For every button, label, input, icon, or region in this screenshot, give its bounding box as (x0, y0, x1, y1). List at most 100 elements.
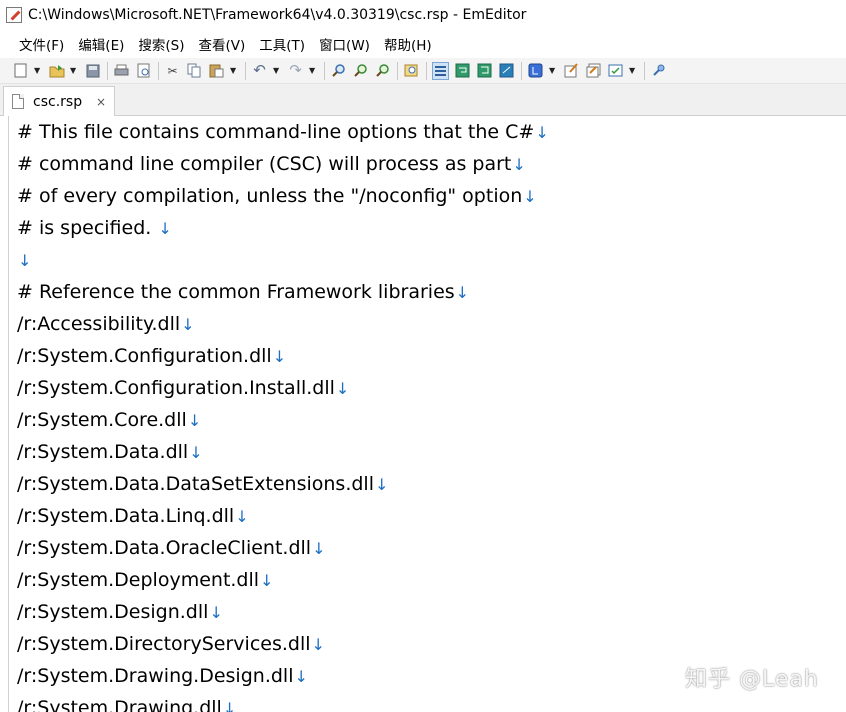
menu-window[interactable]: 窗口(W) (312, 30, 377, 58)
customize-icon[interactable] (563, 62, 580, 80)
wrap-window-icon[interactable] (454, 62, 471, 80)
tab-close-icon[interactable]: × (96, 95, 106, 109)
menu-bar: 文件(F) 编辑(E) 搜索(S) 查看(V) 工具(T) 窗口(W) 帮助(H… (0, 30, 846, 58)
no-wrap-icon[interactable] (498, 62, 515, 80)
editor-line[interactable]: # is specified. ↓ (17, 212, 172, 244)
document-icon (12, 94, 24, 109)
redo-dropdown-icon[interactable]: ▼ (309, 66, 317, 75)
cut-icon[interactable]: ✂ (164, 62, 181, 80)
line-break-mark: ↓ (294, 667, 308, 686)
emeditor-app-icon[interactable] (6, 7, 22, 23)
line-text: /r:System.Deployment.dll (17, 569, 260, 591)
line-text: /r:System.Data.OracleClient.dll (17, 537, 312, 559)
toolbar-separator (158, 61, 159, 80)
editor-line[interactable]: /r:System.Core.dll↓ (17, 404, 201, 436)
line-break-mark: ↓ (312, 539, 326, 558)
editor-line[interactable]: # of every compilation, unless the "/noc… (17, 180, 537, 212)
editor-line[interactable]: /r:System.Design.dll↓ (17, 596, 223, 628)
editor-line[interactable]: # command line compiler (CSC) will proce… (17, 148, 526, 180)
toolbar-separator (245, 61, 246, 80)
toolbar-separator (426, 61, 427, 80)
line-break-mark: ↓ (311, 635, 325, 654)
editor-line[interactable]: /r:System.Data.Linq.dll↓ (17, 500, 249, 532)
line-text: /r:Accessibility.dll (17, 313, 181, 335)
line-text: /r:System.DirectoryServices.dll (17, 633, 311, 655)
copy-icon[interactable] (186, 62, 203, 80)
editor-line[interactable]: ↓ (17, 244, 31, 276)
title-bar: C:\Windows\Microsoft.NET\Framework64\v4.… (0, 0, 846, 30)
menu-view[interactable]: 查看(V) (192, 30, 253, 58)
line-text: # is specified. (17, 217, 158, 239)
macro-icon[interactable] (607, 62, 624, 80)
line-break-mark: ↓ (209, 603, 223, 622)
editor-line[interactable]: # This file contains command-line option… (17, 116, 549, 148)
menu-file[interactable]: 文件(F) (12, 30, 71, 58)
line-break-mark: ↓ (189, 443, 203, 462)
editor-line[interactable]: # Reference the common Framework librari… (17, 276, 469, 308)
line-break-mark: ↓ (455, 283, 470, 302)
line-break-mark: ↓ (512, 155, 526, 174)
plugin-icon[interactable] (650, 62, 667, 80)
editor-line[interactable]: /r:System.Deployment.dll↓ (17, 564, 273, 596)
toolbar-separator (324, 61, 325, 80)
line-break-mark: ↓ (18, 251, 32, 270)
line-break-mark: ↓ (235, 507, 249, 526)
print-preview-icon[interactable] (135, 62, 152, 80)
editor-line[interactable]: /r:System.Data.DataSetExtensions.dll↓ (17, 468, 388, 500)
open-folder-icon[interactable] (48, 62, 65, 80)
line-break-mark: ↓ (272, 347, 287, 366)
encoding-dropdown-icon[interactable]: ▼ (549, 66, 557, 75)
window-title: C:\Windows\Microsoft.NET\Framework64\v4.… (28, 7, 527, 23)
find-previous-icon[interactable] (374, 62, 391, 80)
print-icon[interactable] (113, 62, 130, 80)
editor-line[interactable]: /r:System.Drawing.Design.dll↓ (17, 660, 308, 692)
editor-line[interactable]: /r:System.DirectoryServices.dll↓ (17, 628, 325, 660)
line-text: /r:System.Configuration.dll (17, 345, 272, 367)
open-dropdown-icon[interactable]: ▼ (70, 66, 78, 75)
line-break-mark: ↓ (335, 379, 350, 398)
find-next-icon[interactable] (352, 62, 369, 80)
toolbar-separator (397, 61, 398, 80)
menu-search[interactable]: 搜索(S) (131, 30, 191, 58)
line-break-mark: ↓ (158, 219, 172, 238)
line-text: /r:System.Data.Linq.dll (17, 505, 235, 527)
line-break-mark: ↓ (260, 571, 274, 590)
paste-dropdown-icon[interactable]: ▼ (230, 66, 238, 75)
line-text: # Reference the common Framework librari… (17, 281, 455, 303)
editor-line[interactable]: /r:System.Configuration.dll↓ (17, 340, 286, 372)
editor-line[interactable]: /r:System.Data.dll↓ (17, 436, 203, 468)
save-icon[interactable] (84, 62, 101, 80)
menu-help[interactable]: 帮助(H) (377, 30, 439, 58)
line-break-mark: ↓ (535, 123, 549, 142)
menu-tools[interactable]: 工具(T) (252, 30, 312, 58)
wrap-page-icon[interactable] (476, 62, 493, 80)
toolbar-separator (521, 61, 522, 80)
line-break-mark: ↓ (222, 699, 237, 712)
macro-dropdown-icon[interactable]: ▼ (629, 66, 637, 75)
editor-line[interactable]: /r:System.Data.OracleClient.dll↓ (17, 532, 325, 564)
new-file-icon[interactable] (12, 62, 29, 80)
redo-icon[interactable]: ↷ (287, 62, 304, 80)
configuration-icon[interactable] (585, 62, 602, 80)
tab-csc-rsp[interactable]: csc.rsp × (3, 86, 115, 116)
editor-line[interactable]: /r:Accessibility.dll↓ (17, 308, 195, 340)
paste-icon[interactable] (208, 62, 225, 80)
new-file-dropdown-icon[interactable]: ▼ (34, 66, 42, 75)
find-icon[interactable] (330, 62, 347, 80)
line-break-mark: ↓ (187, 411, 202, 430)
line-text: /r:System.Design.dll (17, 601, 209, 623)
text-editor-area[interactable]: # This file contains command-line option… (8, 116, 846, 712)
tab-label: csc.rsp (33, 93, 83, 110)
view-mode-icon[interactable] (432, 61, 449, 80)
menu-edit[interactable]: 编辑(E) (71, 30, 131, 58)
editor-line[interactable]: /r:System.Configuration.Install.dll↓ (17, 372, 349, 404)
undo-dropdown-icon[interactable]: ▼ (273, 66, 281, 75)
line-text: # of every compilation, unless the "/noc… (17, 185, 523, 207)
find-in-files-icon[interactable] (403, 62, 420, 80)
line-text: /r:System.Configuration.Install.dll (17, 377, 335, 399)
editor-line[interactable]: /r:System.Drawing.dll↓ (17, 692, 236, 712)
toolbar: ▼ ▼ ✂ ▼ ↶ ▼ ↷ ▼ ▼ ▼ (0, 58, 846, 84)
encoding-icon[interactable] (527, 62, 544, 80)
undo-icon[interactable]: ↶ (251, 62, 268, 80)
line-text: # command line compiler (CSC) will proce… (17, 153, 512, 175)
